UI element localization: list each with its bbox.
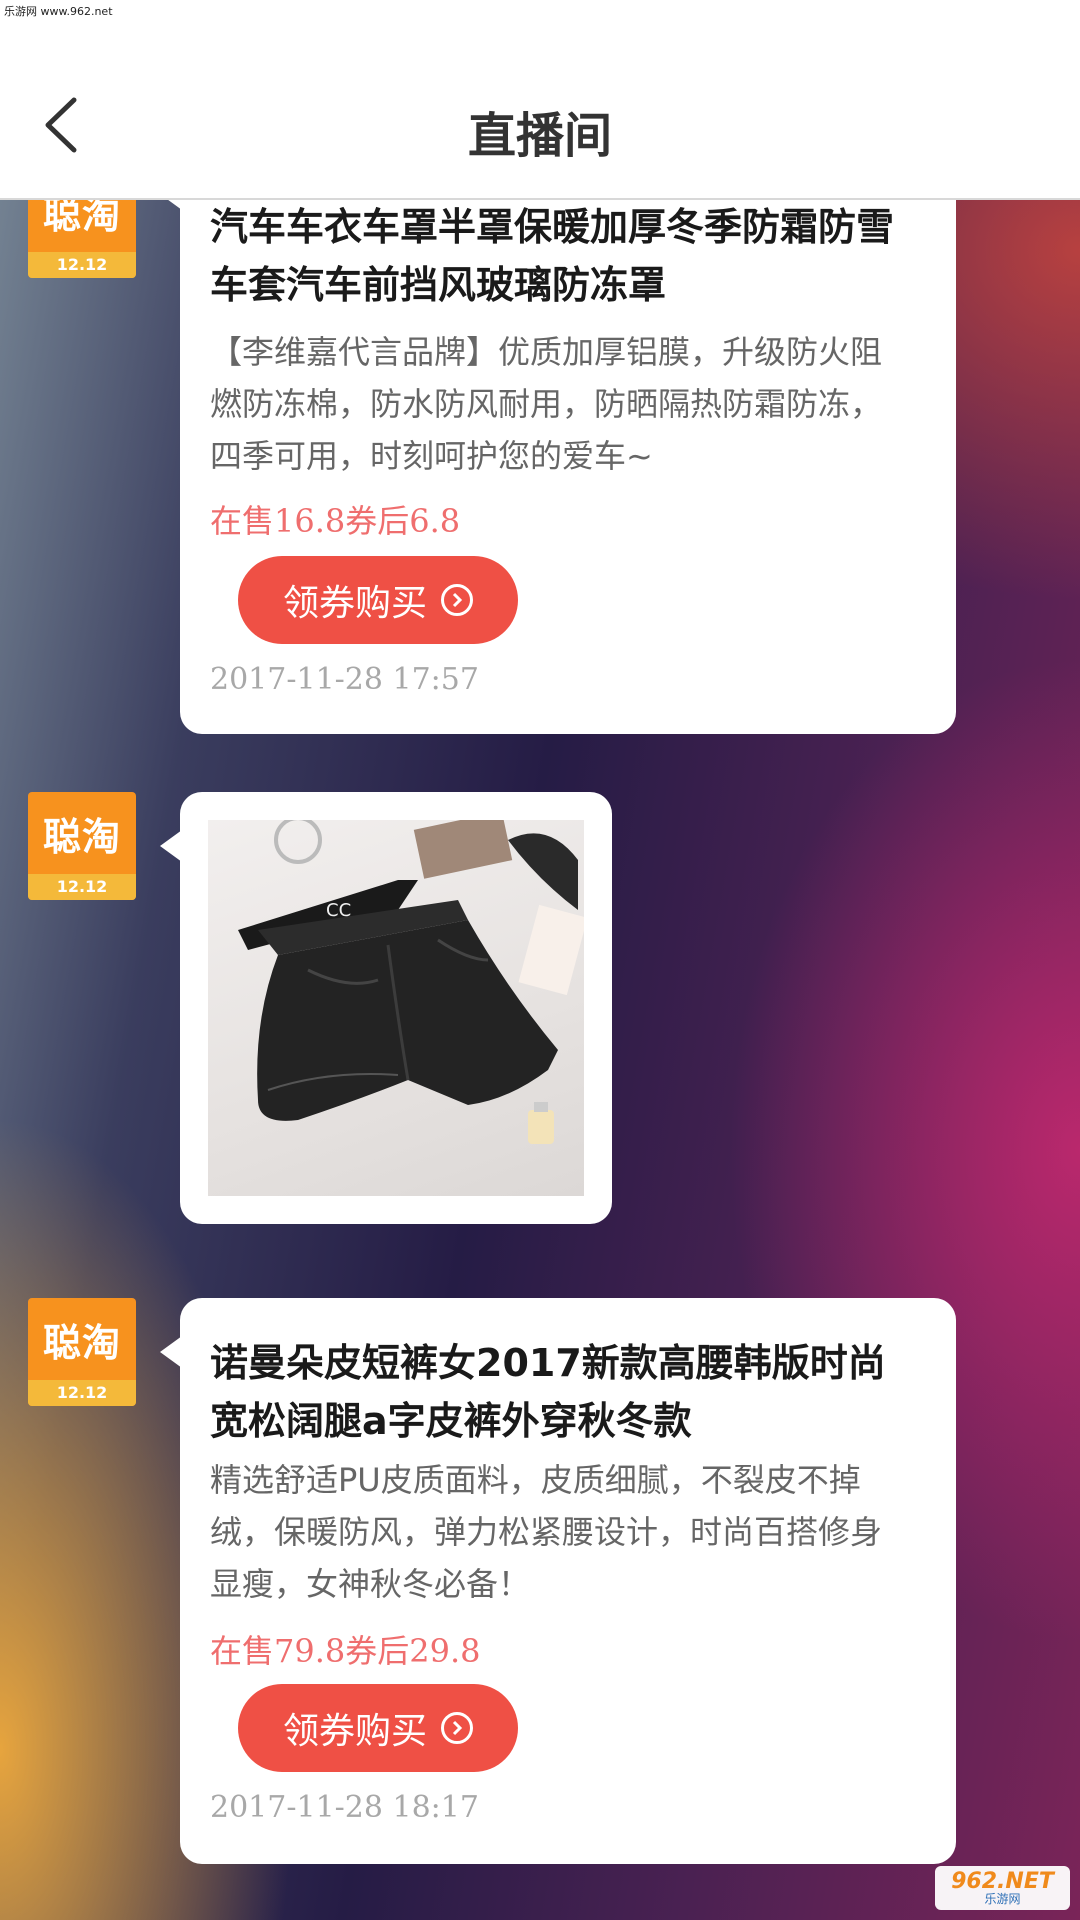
product-title: 诺曼朵皮短裤女2017新款高腰韩版时尚宽松阔腿a字皮裤外穿秋冬款 <box>210 1341 886 1443</box>
image-message[interactable]: CC <box>160 792 612 1224</box>
product-card[interactable]: 诺曼朵皮短裤女2017新款高腰韩版时尚宽松阔腿a字皮裤外穿秋冬款 精选舒适PU皮… <box>160 1298 956 1864</box>
avatar-logo: 聪淘 <box>42 815 121 859</box>
product-price: 在售79.8券后29.8 <box>210 1632 481 1670</box>
avatar-sub: 12.12 <box>28 1380 136 1406</box>
avatar-sub: 12.12 <box>28 252 136 278</box>
app-header: 直播间 <box>0 0 1080 200</box>
message-timestamp: 2017-11-28 18:17 <box>210 1790 479 1825</box>
coupon-buy-label: 领券购买 <box>282 1711 427 1752</box>
avatar[interactable]: 聪淘 12.12 <box>28 792 136 900</box>
chat-feed[interactable]: 聪淘 12.12 汽车车衣车罩半罩保暖加厚冬季防霜防雪车套汽车前挡风玻璃防冻罩 … <box>0 0 1080 1920</box>
watermark-top: 乐游网 www.962.net <box>4 3 113 19</box>
avatar-sub: 12.12 <box>28 874 136 900</box>
coupon-buy-button[interactable]: 领券购买 <box>238 1684 518 1772</box>
chevron-right-circle-icon <box>441 584 473 616</box>
watermark-logo: 962.NET 乐游网 <box>935 1866 1070 1910</box>
coupon-buy-button[interactable]: 领券购买 <box>238 556 518 644</box>
message-timestamp: 2017-11-28 17:57 <box>210 662 479 697</box>
page-title: 直播间 <box>467 108 612 164</box>
product-price: 在售16.8券后6.8 <box>210 502 461 540</box>
avatar-logo: 聪淘 <box>42 1321 121 1365</box>
watermark-big: 962.NET <box>951 1869 1054 1894</box>
watermark-small: 乐游网 <box>984 1892 1021 1906</box>
product-title: 汽车车衣车罩半罩保暖加厚冬季防霜防雪车套汽车前挡风玻璃防冻罩 <box>210 205 895 307</box>
chevron-right-circle-icon <box>441 1712 473 1744</box>
product-description: 【李维嘉代言品牌】优质加厚铝膜，升级防火阻燃防冻棉，防水防风耐用，防晒隔热防霜防… <box>210 333 883 475</box>
coupon-buy-label: 领券购买 <box>282 583 427 624</box>
product-photo[interactable]: CC <box>208 820 584 1196</box>
product-card[interactable]: 汽车车衣车罩半罩保暖加厚冬季防霜防雪车套汽车前挡风玻璃防冻罩 【李维嘉代言品牌】… <box>160 140 956 734</box>
product-description: 精选舒适PU皮质面料，皮质细腻，不裂皮不掉绒，保暖防风，弹力松紧腰设计，时尚百搭… <box>210 1461 883 1603</box>
avatar[interactable]: 聪淘 12.12 <box>28 1298 136 1406</box>
